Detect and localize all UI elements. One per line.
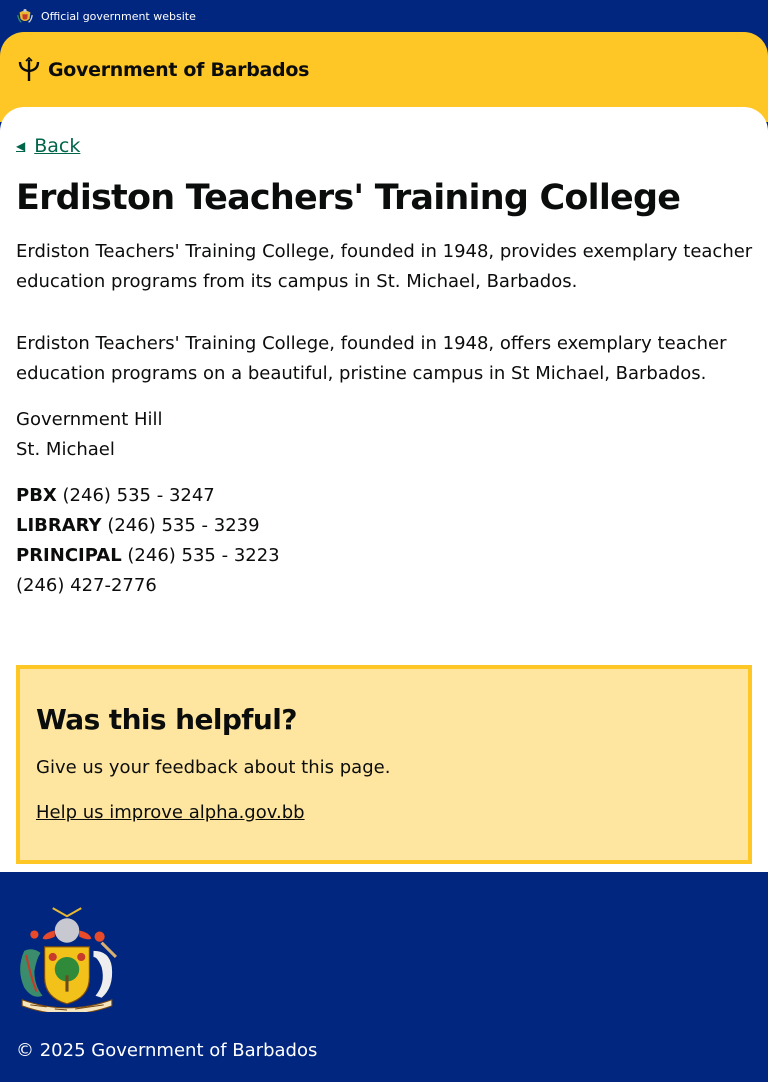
site-brand[interactable]: Government of Barbados: [16, 57, 309, 83]
coat-of-arms-icon: [20, 907, 117, 1012]
coat-of-arms-icon: [17, 8, 33, 23]
page-title: Erdiston Teachers' Training College: [16, 178, 681, 218]
phone-entry: PBX (246) 535 - 3247: [16, 481, 280, 511]
copyright: © 2025 Government of Barbados: [16, 1040, 318, 1061]
back-arrow-icon: ◀: [16, 139, 26, 153]
phone-number: (246) 535 - 3223: [127, 545, 280, 566]
phone-list: PBX (246) 535 - 3247 LIBRARY (246) 535 -…: [16, 481, 280, 601]
page-summary: Erdiston Teachers' Training College, fou…: [16, 241, 753, 292]
site-brand-label: Government of Barbados: [48, 59, 310, 81]
phone-number: (246) 535 - 3247: [62, 485, 215, 506]
back-link[interactable]: ◀ Back: [16, 135, 80, 157]
site-footer: © 2025 Government of Barbados: [0, 872, 768, 1082]
official-banner: Official government website: [0, 0, 768, 32]
back-link-label: Back: [34, 135, 81, 157]
feedback-text: Give us your feedback about this page.: [36, 757, 391, 778]
phone-label: PRINCIPAL: [16, 545, 122, 566]
phone-label: LIBRARY: [16, 515, 102, 536]
address-line: Government Hill: [16, 409, 163, 430]
address-line: St. Michael: [16, 439, 115, 460]
feedback-heading: Was this helpful?: [36, 703, 297, 736]
phone-label: PBX: [16, 485, 57, 506]
phone-entry: PRINCIPAL (246) 535 - 3223: [16, 541, 280, 571]
page-description: Erdiston Teachers' Training College, fou…: [16, 333, 727, 384]
phone-entry: LIBRARY (246) 535 - 3239: [16, 511, 280, 541]
phone-number: (246) 535 - 3239: [107, 515, 260, 536]
main-content: ◀ Back Erdiston Teachers' Training Colle…: [0, 107, 768, 872]
phone-entry: (246) 427-2776: [16, 571, 280, 601]
feedback-panel: Was this helpful? Give us your feedback …: [16, 665, 752, 864]
trident-icon: [18, 57, 40, 81]
phone-number: (246) 427-2776: [16, 575, 157, 596]
official-banner-label: Official government website: [41, 9, 196, 23]
feedback-link[interactable]: Help us improve alpha.gov.bb: [36, 802, 305, 823]
address: Government Hill St. Michael: [16, 405, 163, 465]
